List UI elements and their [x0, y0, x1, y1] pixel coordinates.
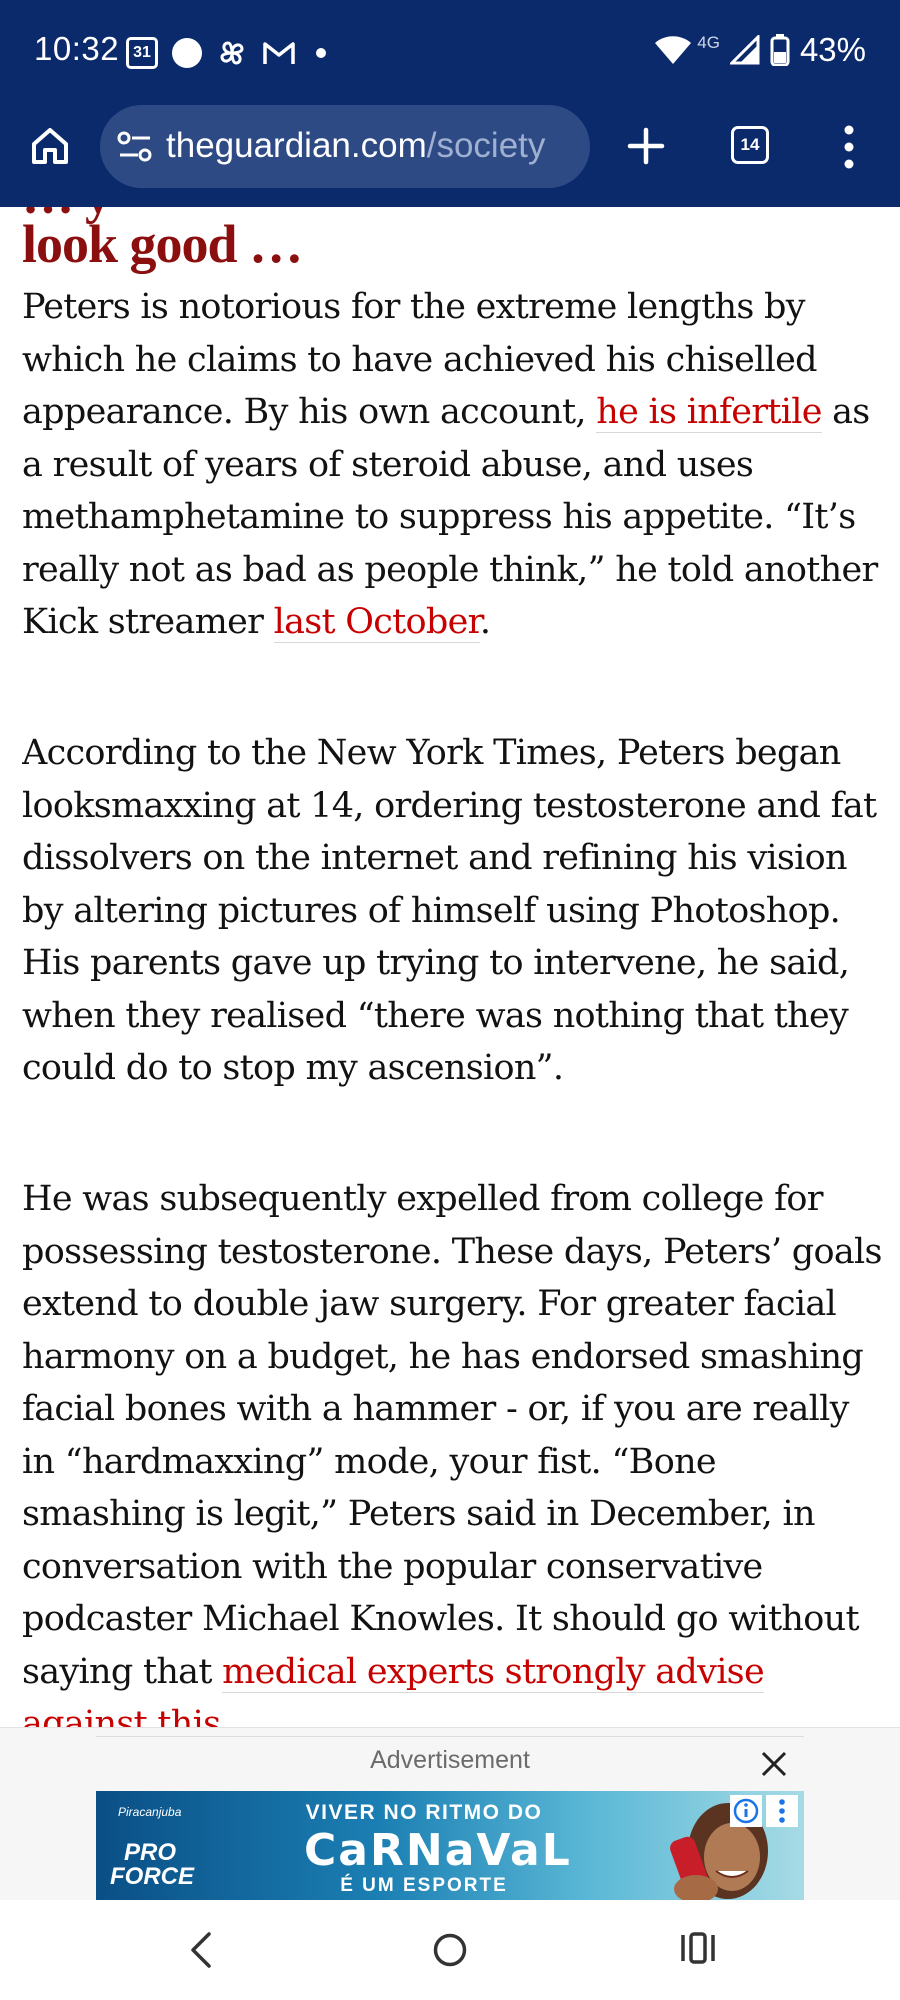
info-icon[interactable] [730, 1795, 762, 1827]
ad-brand-small: Piracanjuba [118, 1805, 182, 1819]
gmail-icon [263, 42, 295, 64]
recents-icon[interactable] [680, 1931, 716, 1965]
tabs-icon[interactable]: 14 [731, 126, 769, 164]
system-nav-bar [0, 1900, 900, 2000]
paragraph-text: He was subsequently expelled from colleg… [22, 1179, 882, 1692]
signal-icon [729, 35, 760, 65]
calendar-icon: 31 [126, 37, 158, 69]
ad-options-icon[interactable] [766, 1795, 798, 1827]
paragraph-2: According to the New York Times, Peters … [22, 733, 877, 1088]
circle-icon [172, 38, 202, 68]
ad-brand-logo: PRO FORCE [110, 1839, 194, 1890]
ad-headline-1: VIVER NO RITMO DO [305, 1801, 543, 1824]
system-status: 4G 43% [653, 30, 866, 70]
article-body: … y look good … Peters is notorious for … [22, 207, 882, 1727]
home-icon[interactable] [26, 122, 74, 170]
status-time: 10:32 [34, 30, 120, 67]
ad-headline-2: CaRNaVaL [304, 1825, 572, 1876]
url-path: /society [426, 126, 546, 165]
ad-brand-line1: PRO [123, 1839, 176, 1866]
url-domain: theguardian.com [166, 126, 427, 165]
address-bar[interactable]: theguardian.com/society [100, 105, 590, 188]
link-he-is-infertile[interactable]: he is infertile [596, 392, 822, 433]
divider [96, 1736, 804, 1737]
plus-icon[interactable] [622, 122, 670, 170]
section-heading: look good … [22, 214, 303, 274]
home-circle-icon[interactable] [432, 1932, 468, 1968]
link-last-october[interactable]: last October [273, 602, 481, 643]
site-settings-icon[interactable] [116, 129, 154, 165]
back-icon[interactable] [183, 1928, 219, 1972]
more-vert-icon[interactable] [836, 124, 862, 170]
status-bar: 10:32 31 4G 43% [0, 0, 900, 100]
ad-banner[interactable]: Piracanjuba PRO FORCE VIVER NO RITMO DO … [96, 1791, 804, 1901]
close-icon[interactable] [760, 1750, 788, 1778]
paragraph-text: . [220, 1704, 231, 1727]
browser-toolbar: theguardian.com/society 14 [0, 100, 900, 207]
battery-percent: 43% [799, 31, 866, 68]
ad-headline-3: É UM ESPORTE [340, 1875, 508, 1896]
wifi-icon [655, 36, 692, 64]
advertisement-slot: Advertisement Piracanjuba PRO FORCE VIVE… [0, 1727, 900, 1901]
network-type: 4G [697, 33, 720, 52]
paragraph-1: Peters is notorious for the extreme leng… [22, 281, 882, 649]
battery-icon [770, 34, 790, 66]
pinwheel-icon [220, 41, 244, 65]
ad-brand-line2: FORCE [110, 1863, 194, 1890]
notification-icons: 31 [126, 33, 326, 73]
url-text: theguardian.com/society [166, 126, 545, 166]
paragraph-3: He was subsequently expelled from colleg… [22, 1173, 882, 1727]
browser-chrome: 10:32 31 4G 43% theguardian.com/society … [0, 0, 900, 207]
paragraph-text: . [479, 602, 491, 642]
dot-icon [316, 48, 326, 58]
